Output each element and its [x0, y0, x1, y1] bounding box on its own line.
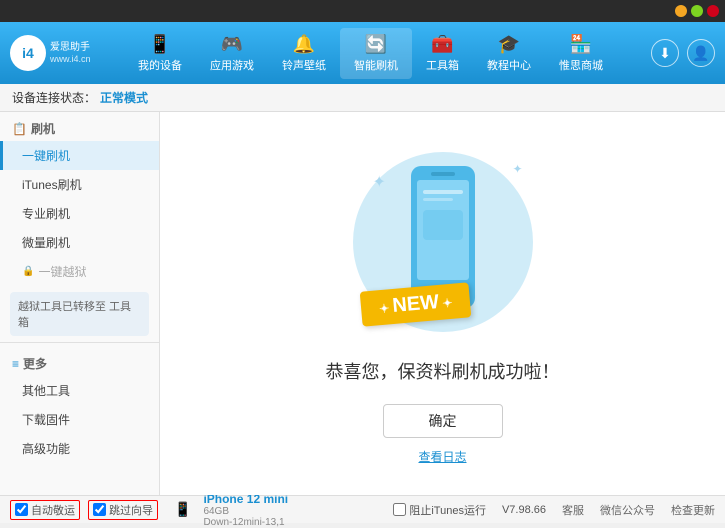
nav-app-games-icon: 🎮 — [221, 34, 243, 55]
nav-my-device[interactable]: 📱 我的设备 — [124, 28, 196, 79]
title-bar — [0, 0, 725, 22]
sparkle-tr-icon: ✦ — [512, 162, 522, 176]
nav-weisi-store[interactable]: 🏪 惟思商城 — [545, 28, 617, 79]
more-section-icon: ≡ — [12, 357, 19, 371]
download-btn[interactable]: ⬇ — [651, 39, 679, 67]
stop-itunes[interactable]: 阻止iTunes运行 — [393, 502, 486, 518]
nav-toolbox-icon: 🧰 — [431, 34, 453, 55]
customer-service-link[interactable]: 客服 — [562, 502, 584, 518]
bottom-right: V7.98.66 客服 微信公众号 检查更新 — [486, 502, 715, 518]
lock-icon: 🔒 — [22, 266, 34, 277]
task-log-link[interactable]: 查看日志 — [418, 448, 466, 465]
nav-my-device-icon: 📱 — [149, 34, 171, 55]
skip-wizard-checkbox[interactable]: 跳过向导 — [88, 500, 158, 520]
nav-toolbox[interactable]: 🧰 工具箱 — [412, 28, 473, 79]
flash-section-icon: 📋 — [12, 122, 27, 136]
sidebar-section-more: ≡ 更多 — [0, 347, 159, 376]
nav-weisi-store-icon: 🏪 — [570, 34, 592, 55]
status-label: 设备连接状态： — [12, 89, 96, 106]
stop-itunes-checkbox[interactable] — [393, 503, 406, 516]
nav-smart-shop-icon: 🔄 — [365, 34, 387, 55]
nav-ringtone[interactable]: 🔔 铃声壁纸 — [268, 28, 340, 79]
device-info: 📱 iPhone 12 mini 64GB Down-12mini-13,1 — [174, 492, 288, 528]
nav-app-games[interactable]: 🎮 应用游戏 — [196, 28, 268, 79]
nav-smart-shop[interactable]: 🔄 智能刷机 — [340, 28, 412, 79]
nav-items: 📱 我的设备 🎮 应用游戏 🔔 铃声壁纸 🔄 智能刷机 🧰 工具箱 🎓 教程中心… — [100, 28, 641, 79]
auto-start-checkbox[interactable]: 自动敬运 — [10, 500, 80, 520]
sidebar-item-download-firmware[interactable]: 下载固件 — [0, 405, 159, 434]
wechat-link[interactable]: 微信公众号 — [600, 502, 655, 518]
sidebar-item-micro-flash[interactable]: 微量刷机 — [0, 228, 159, 257]
version-text: V7.98.66 — [502, 504, 546, 516]
bottom-left: 自动敬运 跳过向导 📱 iPhone 12 mini 64GB Down-12m… — [10, 492, 393, 528]
sidebar-item-one-key-flash[interactable]: 一键刷机 — [0, 141, 159, 170]
header-right: ⬇ 👤 — [651, 39, 715, 67]
device-icon: 📱 — [174, 501, 191, 518]
logo-area: i4 爱思助手 www.i4.cn — [10, 35, 100, 71]
sidebar: 📋 刷机 一键刷机 iTunes刷机 专业刷机 微量刷机 🔒 一键越狱 越狱工具… — [0, 112, 160, 495]
content-area: ✦ ✦ NEW 恭喜您，保资料刷机成功啦！ 确定 — [160, 112, 725, 495]
logo-icon: i4 — [10, 35, 46, 71]
nav-tutorial-icon: 🎓 — [498, 34, 520, 55]
minimize-btn[interactable] — [675, 5, 687, 17]
status-value: 正常模式 — [100, 89, 148, 106]
sidebar-item-pro-flash[interactable]: 专业刷机 — [0, 199, 159, 228]
device-firmware: Down-12mini-13,1 — [203, 517, 288, 528]
check-update-link[interactable]: 检查更新 — [671, 502, 715, 518]
device-capacity: 64GB — [203, 506, 288, 517]
logo-text: 爱思助手 www.i4.cn — [50, 41, 91, 66]
user-btn[interactable]: 👤 — [687, 39, 715, 67]
confirm-button[interactable]: 确定 — [383, 404, 503, 438]
nav-tutorial[interactable]: 🎓 教程中心 — [473, 28, 545, 79]
success-text: 恭喜您，保资料刷机成功啦！ — [326, 358, 560, 384]
main-layout: 📋 刷机 一键刷机 iTunes刷机 专业刷机 微量刷机 🔒 一键越狱 越狱工具… — [0, 112, 725, 495]
sidebar-item-itunes-flash[interactable]: iTunes刷机 — [0, 170, 159, 199]
header: i4 爱思助手 www.i4.cn 📱 我的设备 🎮 应用游戏 🔔 铃声壁纸 🔄… — [0, 22, 725, 84]
sidebar-section-flash: 📋 刷机 — [0, 112, 159, 141]
status-bar: 设备连接状态： 正常模式 — [0, 84, 725, 112]
sidebar-item-advanced[interactable]: 高级功能 — [0, 434, 159, 463]
nav-ringtone-icon: 🔔 — [293, 34, 315, 55]
skip-wizard-input[interactable] — [93, 503, 106, 516]
sidebar-divider — [0, 342, 159, 343]
maximize-btn[interactable] — [691, 5, 703, 17]
device-details: iPhone 12 mini 64GB Down-12mini-13,1 — [203, 492, 288, 528]
sparkle-tl-icon: ✦ — [373, 172, 386, 192]
close-btn[interactable] — [707, 5, 719, 17]
sidebar-item-other-tools[interactable]: 其他工具 — [0, 376, 159, 405]
phone-illustration: ✦ ✦ NEW — [343, 142, 543, 342]
bottom-bar: 自动敬运 跳过向导 📱 iPhone 12 mini 64GB Down-12m… — [0, 495, 725, 523]
auto-start-input[interactable] — [15, 503, 28, 516]
sidebar-info-box: 越狱工具已转移至 工具箱 — [10, 292, 149, 336]
sidebar-item-jailbreak: 🔒 一键越狱 — [0, 257, 159, 286]
